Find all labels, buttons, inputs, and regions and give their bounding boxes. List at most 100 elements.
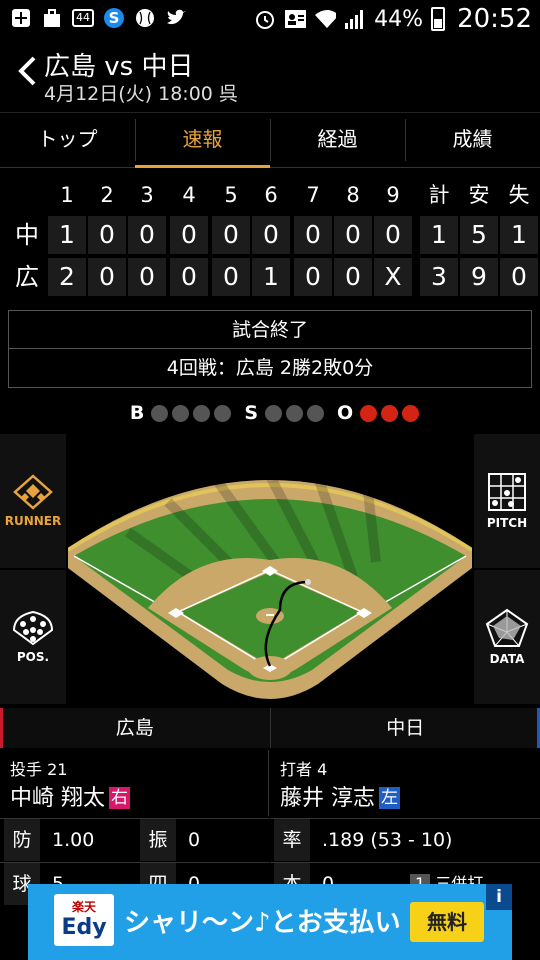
inning-score: 0 bbox=[170, 258, 208, 296]
back-arrow-icon[interactable] bbox=[16, 56, 38, 86]
data-button[interactable]: DATA bbox=[474, 570, 540, 704]
ad-text: シャリ〜ン♪とお支払い bbox=[124, 908, 401, 938]
total-score: 9 bbox=[460, 258, 498, 296]
inning-score: 0 bbox=[212, 216, 250, 254]
stat-value: .189 (53 - 10) bbox=[322, 829, 453, 851]
totals-header: 安 bbox=[468, 183, 490, 207]
baseball-field bbox=[68, 469, 472, 699]
bag-icon bbox=[41, 7, 63, 29]
batter-hand-badge: 左 bbox=[379, 787, 400, 809]
series-record: 4回戦：広島 2勝2敗0分 bbox=[166, 357, 374, 379]
signal-icon bbox=[344, 8, 366, 30]
pitcher-hand-badge: 右 bbox=[109, 787, 130, 809]
bso-count: BSO bbox=[0, 400, 540, 426]
away-team-label[interactable]: 中日 bbox=[269, 708, 540, 748]
out-label: O bbox=[337, 402, 354, 424]
alarm-icon bbox=[254, 8, 276, 30]
edy-logo: 楽天 Edy bbox=[54, 894, 114, 946]
header: 広島 vs 中日 4月12日(火) 18:00 呉 bbox=[0, 38, 540, 110]
pitcher-role: 投手 21 bbox=[10, 760, 68, 779]
inning-score: 1 bbox=[48, 216, 86, 254]
stat-label: 防 bbox=[4, 819, 40, 861]
out-dot bbox=[360, 404, 378, 422]
teams-bar: 広島 中日 bbox=[0, 708, 540, 748]
tab-stats[interactable]: 成績 bbox=[405, 113, 540, 167]
pitcher-info[interactable]: 投手 21 中崎 翔太右 bbox=[0, 750, 269, 816]
inning-score: 0 bbox=[374, 216, 412, 254]
pitcher-name: 中崎 翔太右 bbox=[10, 780, 130, 812]
tab-bar: トップ 速報 経過 成績 bbox=[0, 112, 540, 168]
inning-score: 0 bbox=[294, 258, 332, 296]
battery-icon bbox=[431, 7, 446, 31]
inning-header: 7 bbox=[306, 183, 320, 207]
strike-dot bbox=[307, 404, 324, 422]
strike-dot bbox=[265, 404, 282, 422]
runner-button[interactable]: RUNNER bbox=[0, 434, 66, 568]
ball-label: B bbox=[129, 402, 145, 424]
page-title: 広島 vs 中日 bbox=[44, 52, 194, 82]
baseball-icon bbox=[134, 7, 156, 29]
game-status: 試合終了 bbox=[9, 311, 531, 349]
inning-header: 3 bbox=[140, 183, 154, 207]
data-label: DATA bbox=[489, 652, 525, 666]
stat-label: 率 bbox=[274, 819, 310, 861]
inning-header: 8 bbox=[346, 183, 360, 207]
ad-banner[interactable]: 楽天 Edy シャリ〜ン♪とお支払い 無料 i bbox=[28, 884, 512, 960]
team-abbrev: 中 bbox=[15, 221, 39, 249]
stat-label: 振 bbox=[140, 819, 176, 861]
ball-dot bbox=[172, 404, 190, 422]
scoreboard: 123456789計安失中100000000151広20000100X390 bbox=[0, 176, 540, 300]
wifi-icon bbox=[314, 8, 337, 30]
clock: 20:52 bbox=[457, 4, 532, 34]
position-button[interactable]: POS. bbox=[0, 570, 66, 704]
position-icon bbox=[12, 610, 54, 646]
radar-chart-icon bbox=[485, 608, 529, 647]
battery-percent: 44% bbox=[374, 6, 424, 32]
inning-score: X bbox=[374, 258, 412, 296]
ad-free-button[interactable]: 無料 bbox=[410, 902, 484, 942]
batter-info[interactable]: 打者 4 藤井 淳志左 bbox=[270, 750, 539, 816]
stat-value: 1.00 bbox=[52, 829, 95, 851]
ball-dot bbox=[193, 404, 211, 422]
inning-header: 9 bbox=[386, 183, 400, 207]
pitcher-name-text: 中崎 翔太 bbox=[10, 786, 105, 811]
total-score: 5 bbox=[460, 216, 498, 254]
inning-score: 2 bbox=[48, 258, 86, 296]
pitch-grid-icon bbox=[488, 473, 526, 511]
inning-score: 0 bbox=[88, 216, 126, 254]
inning-header: 4 bbox=[182, 183, 196, 207]
game-status-box: 試合終了 4回戦：広島 2勝2敗0分 bbox=[8, 310, 532, 388]
runner-label: RUNNER bbox=[4, 514, 62, 528]
inning-header: 5 bbox=[224, 183, 238, 207]
inning-score: 0 bbox=[334, 216, 372, 254]
field-panel: RUNNER POS. PITCH DATA bbox=[0, 432, 540, 704]
total-score: 3 bbox=[420, 258, 458, 296]
inning-score: 0 bbox=[128, 216, 166, 254]
pitcher-stat-row: 防 1.00 振 0 bbox=[0, 818, 269, 862]
inning-header: 1 bbox=[60, 183, 74, 207]
pitch-label: PITCH bbox=[486, 516, 528, 530]
tab-live[interactable]: 速報 bbox=[135, 113, 270, 168]
tab-progress[interactable]: 経過 bbox=[270, 113, 405, 167]
total-score: 1 bbox=[420, 216, 458, 254]
ad-info-icon[interactable]: i bbox=[486, 884, 512, 910]
pitch-button[interactable]: PITCH bbox=[474, 434, 540, 568]
total-score: 0 bbox=[500, 258, 538, 296]
batter-role: 打者 4 bbox=[280, 760, 328, 779]
s-app-icon: S bbox=[103, 7, 125, 29]
inning-score: 0 bbox=[170, 216, 208, 254]
tab-top[interactable]: トップ bbox=[0, 113, 135, 167]
totals-header: 計 bbox=[428, 183, 450, 207]
totals-header: 失 bbox=[508, 183, 530, 207]
add-icon bbox=[10, 7, 32, 29]
stat-value: 0 bbox=[188, 829, 201, 851]
twitter-icon bbox=[165, 7, 187, 29]
game-date: 4月12日(火) 18:00 呉 bbox=[44, 83, 238, 105]
strike-dot bbox=[286, 404, 303, 422]
batter-name-text: 藤井 淳志 bbox=[280, 786, 375, 811]
ball-dot bbox=[214, 404, 232, 422]
team-abbrev: 広 bbox=[15, 263, 39, 291]
home-team-label[interactable]: 広島 bbox=[0, 708, 270, 748]
position-label: POS. bbox=[16, 650, 50, 664]
ad-logo-main: Edy bbox=[61, 915, 107, 940]
